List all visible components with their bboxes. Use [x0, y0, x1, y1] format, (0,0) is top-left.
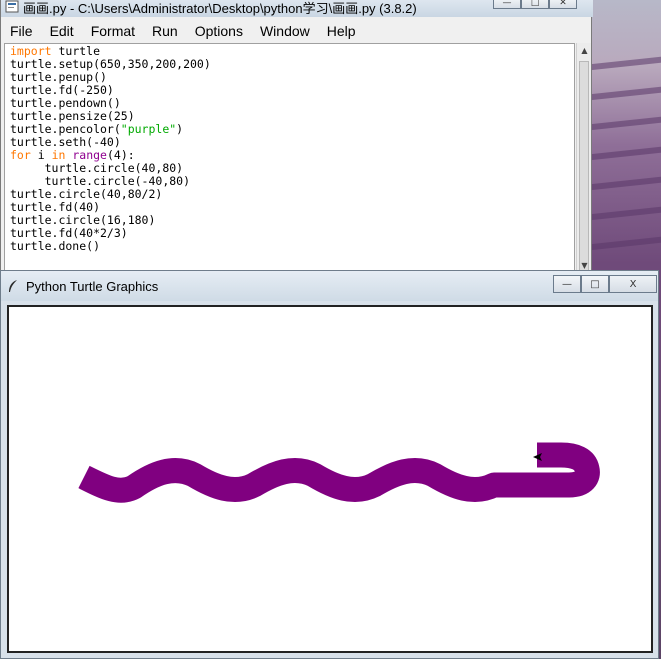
turtle-close-button[interactable]: X [609, 275, 657, 293]
idle-app-icon [5, 0, 19, 13]
purple-snake-path [78, 442, 600, 503]
idle-minimize-button[interactable]: — [493, 0, 521, 9]
idle-editor-window: 画画.py - C:\Users\Administrator\Desktop\p… [0, 0, 593, 278]
feather-icon [9, 280, 17, 292]
idle-window-controls: — □ ✕ [493, 0, 577, 11]
code-line: turtle.circle(40,80/2) [10, 187, 163, 201]
turtle-title-bar[interactable]: Python Turtle Graphics — □ X [1, 271, 658, 301]
menu-window[interactable]: Window [251, 20, 318, 42]
scrollbar-thumb[interactable] [579, 61, 589, 271]
turtle-window-title: Python Turtle Graphics [26, 279, 159, 294]
code-line: turtle.pendown() [10, 96, 121, 110]
idle-close-button[interactable]: ✕ [549, 0, 577, 9]
menu-help[interactable]: Help [318, 20, 364, 42]
idle-menubar: File Edit Format Run Options Window Help [1, 20, 591, 42]
scroll-up-arrow-icon[interactable]: ▲ [577, 43, 592, 58]
idle-title-bar[interactable]: 画画.py - C:\Users\Administrator\Desktop\p… [1, 0, 593, 17]
menu-edit[interactable]: Edit [41, 20, 82, 42]
code-line: turtle.circle(-40,80) [10, 174, 191, 188]
code-line: for i in range(4): [10, 148, 135, 162]
editor-vertical-scrollbar[interactable]: ▲ ▼ [576, 43, 591, 273]
code-line: turtle.fd(-250) [10, 83, 114, 97]
menu-run[interactable]: Run [143, 20, 186, 42]
idle-maximize-button[interactable]: □ [521, 0, 549, 9]
menu-format[interactable]: Format [82, 20, 143, 42]
code-line: turtle.circle(40,80) [10, 161, 184, 175]
turtle-minimize-button[interactable]: — [553, 275, 581, 293]
code-line: turtle.pencolor("purple") [10, 122, 184, 136]
code-line: turtle.setup(650,350,200,200) [10, 57, 211, 71]
code-line: turtle.fd(40) [10, 200, 101, 214]
menu-file[interactable]: File [1, 20, 41, 42]
code-line: turtle.circle(16,180) [10, 213, 156, 227]
code-line: turtle.pensize(25) [10, 109, 135, 123]
turtle-canvas[interactable] [7, 305, 653, 653]
turtle-maximize-button[interactable]: □ [581, 275, 609, 293]
code-line: turtle.done() [10, 239, 101, 253]
menu-options[interactable]: Options [186, 20, 251, 42]
turtle-graphics-window: Python Turtle Graphics — □ X [0, 270, 659, 659]
code-line: turtle.fd(40*2/3) [10, 226, 128, 240]
idle-window-title: 画画.py - C:\Users\Administrator\Desktop\p… [23, 1, 417, 16]
turtle-drawing [78, 442, 600, 503]
code-line: import turtle [10, 44, 101, 58]
code-editor[interactable]: import turtle turtle.setup(650,350,200,2… [4, 43, 575, 273]
code-text[interactable]: import turtle turtle.setup(650,350,200,2… [10, 45, 211, 253]
turtle-window-controls: — □ X [553, 275, 657, 293]
code-line: turtle.seth(-40) [10, 135, 121, 149]
code-line: turtle.penup() [10, 70, 107, 84]
